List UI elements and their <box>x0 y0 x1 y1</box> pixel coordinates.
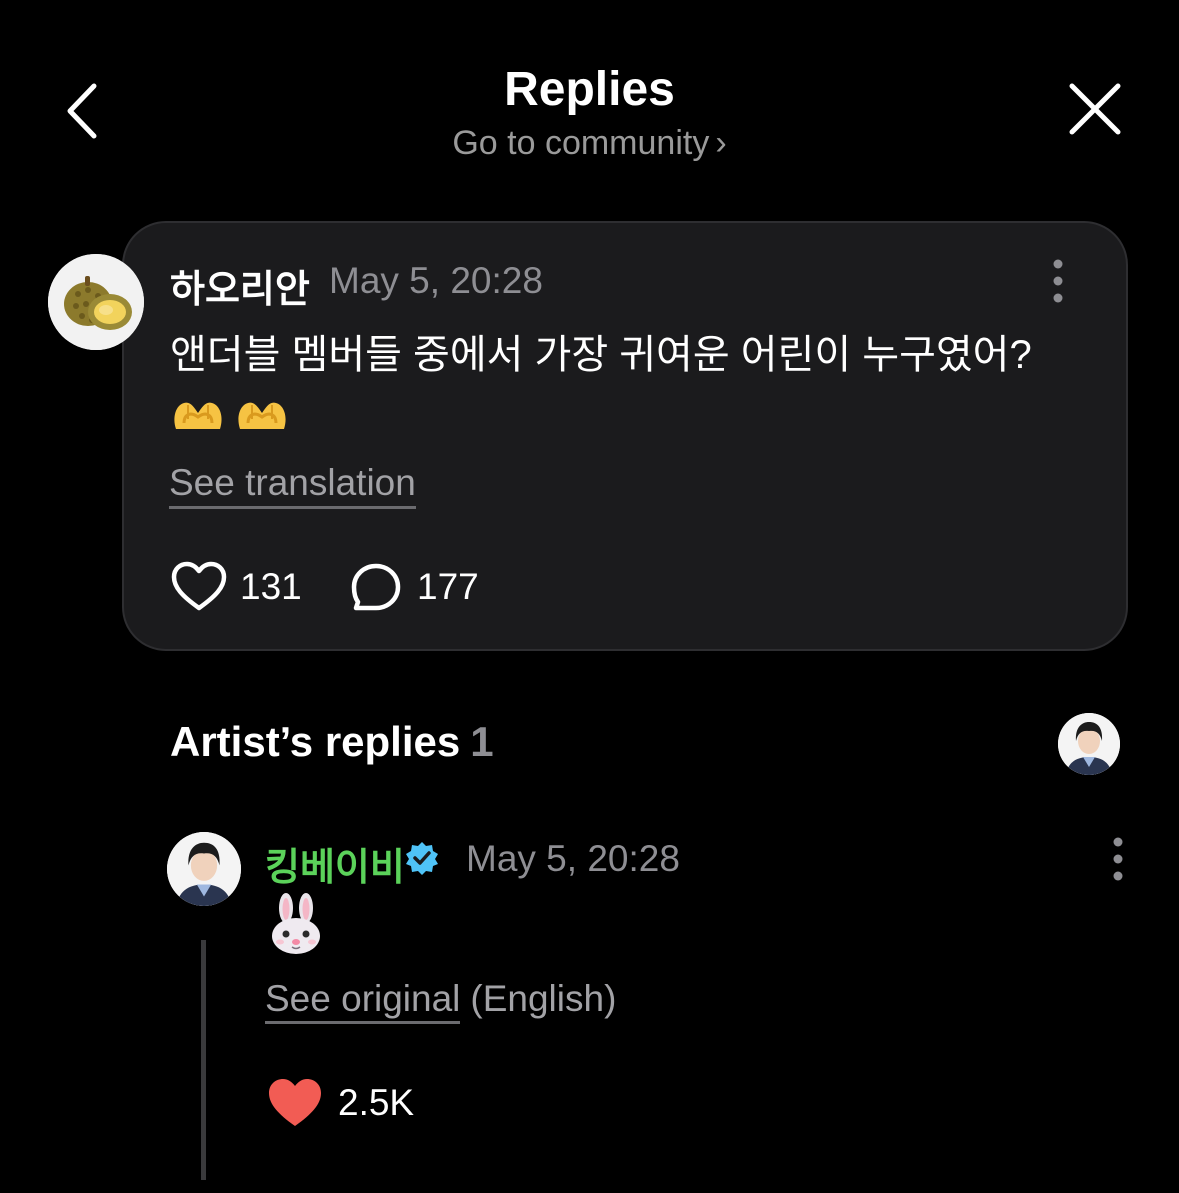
heart-outline-icon <box>171 561 227 611</box>
comment-bubble-icon <box>351 563 401 611</box>
artist-portrait-icon <box>167 832 241 906</box>
community-link-label: Go to community <box>452 124 710 162</box>
page-title: Replies <box>504 63 675 116</box>
verified-badge-icon <box>404 840 440 876</box>
durian-avatar[interactable] <box>48 254 144 350</box>
more-vertical-icon <box>1053 259 1063 303</box>
post-timestamp: May 5, 20:28 <box>329 260 543 301</box>
reply-like-button[interactable] <box>266 1076 324 1130</box>
close-icon <box>1069 83 1121 135</box>
artist-avatar[interactable] <box>167 832 241 906</box>
like-count: 131 <box>240 566 302 607</box>
chevron-right-icon: › <box>715 124 727 162</box>
see-original-row: See original (English) <box>265 978 617 1024</box>
rabbit-face-emoji <box>266 892 326 956</box>
go-to-community-link[interactable]: Go to community › <box>0 124 1179 163</box>
see-original-link[interactable]: See original <box>265 978 461 1024</box>
post-more-button[interactable] <box>1040 256 1076 306</box>
comment-count: 177 <box>417 566 479 607</box>
post-author[interactable]: 하오리안 <box>170 258 310 313</box>
reply-more-button[interactable] <box>1100 834 1136 884</box>
more-vertical-icon <box>1113 837 1123 881</box>
see-translation-link[interactable]: See translation <box>169 462 416 509</box>
close-button[interactable] <box>1062 80 1128 142</box>
artist-avatar-small[interactable] <box>1058 713 1120 775</box>
durian-icon <box>48 254 144 350</box>
post-body: 앤더블 멤버들 중에서 가장 귀여운 어린이 누구였어? <box>170 326 1110 442</box>
reply-like-count: 2.5K <box>338 1082 415 1123</box>
artist-replies-label: Artist’s replies <box>170 718 461 765</box>
thread-line <box>201 940 206 1180</box>
comment-button[interactable] <box>350 562 402 614</box>
artist-replies-heading: Artist’s replies 1 <box>170 718 494 766</box>
artist-name[interactable]: 킹베이비 <box>265 836 405 891</box>
heart-filled-icon <box>269 1079 321 1126</box>
original-language-note: (English) <box>470 978 617 1019</box>
like-button[interactable] <box>170 560 228 614</box>
post-text: 앤더블 멤버들 중에서 가장 귀여운 어린이 누구였어? <box>170 333 1032 377</box>
post-emoji-row <box>170 384 1110 442</box>
reply-timestamp: May 5, 20:28 <box>466 838 680 879</box>
heart-hands-emoji <box>238 403 286 430</box>
artist-portrait-icon <box>1058 713 1120 775</box>
heart-hands-emoji <box>174 403 222 430</box>
artist-replies-count: 1 <box>470 718 494 765</box>
